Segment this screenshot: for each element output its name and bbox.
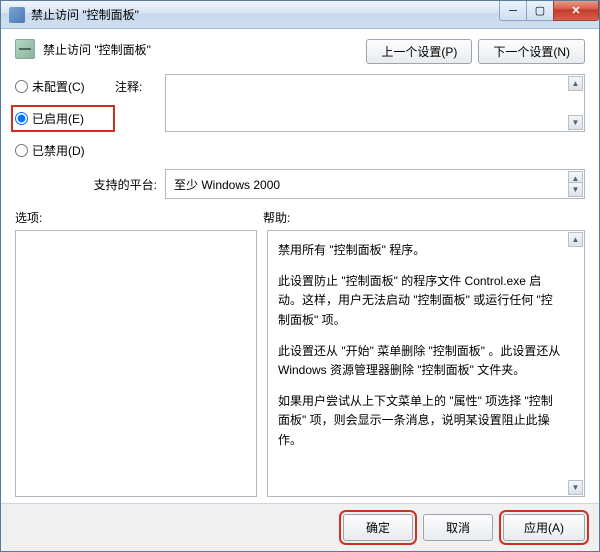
radio-disabled-input[interactable]: [15, 144, 28, 157]
scroll-down-icon[interactable]: ▼: [568, 182, 583, 197]
radio-enabled[interactable]: 已启用(E): [15, 110, 107, 127]
radio-disabled[interactable]: 已禁用(D): [15, 142, 115, 159]
policy-icon: [15, 39, 35, 59]
content-area: 禁止访问 "控制面板" 上一个设置(P) 下一个设置(N) 未配置(C) 已启用…: [1, 29, 599, 503]
apply-button[interactable]: 应用(A): [503, 514, 585, 541]
help-label: 帮助:: [263, 209, 290, 226]
panels-row: 禁用所有 "控制面板" 程序。 此设置防止 "控制面板" 的程序文件 Contr…: [15, 230, 585, 497]
footer: 确定 取消 应用(A): [1, 503, 599, 551]
scroll-up-icon[interactable]: ▲: [568, 232, 583, 247]
radio-disabled-label: 已禁用(D): [32, 142, 85, 159]
help-content: 禁用所有 "控制面板" 程序。 此设置防止 "控制面板" 的程序文件 Contr…: [268, 231, 584, 472]
radio-column: 未配置(C) 已启用(E) 已禁用(D): [15, 74, 115, 159]
radio-enabled-input[interactable]: [15, 112, 28, 125]
policy-title: 禁止访问 "控制面板": [43, 41, 151, 58]
close-button[interactable]: ✕: [553, 1, 599, 21]
platform-row: 支持的平台: 至少 Windows 2000 ▲ ▼: [15, 169, 585, 199]
config-row: 未配置(C) 已启用(E) 已禁用(D) 注释: ▲ ▼: [15, 74, 585, 159]
comment-textarea[interactable]: ▲ ▼: [165, 74, 585, 132]
platform-box: 至少 Windows 2000 ▲ ▼: [165, 169, 585, 199]
window-title: 禁止访问 "控制面板": [31, 6, 139, 23]
comment-label: 注释:: [115, 74, 165, 95]
radio-not-configured-input[interactable]: [15, 80, 28, 93]
dialog-window: 禁止访问 "控制面板" ─ ▢ ✕ 禁止访问 "控制面板" 上一个设置(P) 下…: [0, 0, 600, 552]
platform-label: 支持的平台:: [15, 176, 165, 193]
scroll-down-icon[interactable]: ▼: [568, 115, 583, 130]
help-paragraph: 如果用户尝试从上下文菜单上的 "属性" 项选择 "控制面板" 项，则会显示一条消…: [278, 392, 562, 450]
help-paragraph: 禁用所有 "控制面板" 程序。: [278, 241, 562, 260]
panels-header: 选项: 帮助:: [15, 209, 585, 226]
radio-enabled-label: 已启用(E): [32, 110, 84, 127]
enabled-highlight: 已启用(E): [11, 105, 115, 132]
prev-setting-button[interactable]: 上一个设置(P): [366, 39, 472, 64]
options-panel: [15, 230, 257, 497]
window-controls: ─ ▢ ✕: [500, 1, 599, 21]
ok-button[interactable]: 确定: [343, 514, 413, 541]
help-paragraph: 此设置防止 "控制面板" 的程序文件 Control.exe 启动。这样，用户无…: [278, 272, 562, 330]
radio-not-configured[interactable]: 未配置(C): [15, 78, 115, 95]
scroll-up-icon[interactable]: ▲: [568, 76, 583, 91]
app-icon: [9, 7, 25, 23]
radio-not-configured-label: 未配置(C): [32, 78, 85, 95]
help-panel: 禁用所有 "控制面板" 程序。 此设置防止 "控制面板" 的程序文件 Contr…: [267, 230, 585, 497]
scroll-down-icon[interactable]: ▼: [568, 480, 583, 495]
options-label: 选项:: [15, 209, 263, 226]
help-paragraph: 此设置还从 "开始" 菜单删除 "控制面板" 。此设置还从 Windows 资源…: [278, 342, 562, 380]
minimize-button[interactable]: ─: [499, 1, 527, 21]
titlebar: 禁止访问 "控制面板" ─ ▢ ✕: [1, 1, 599, 29]
cancel-button[interactable]: 取消: [423, 514, 493, 541]
platform-value: 至少 Windows 2000: [174, 178, 280, 192]
maximize-button[interactable]: ▢: [526, 1, 554, 21]
header-row: 禁止访问 "控制面板" 上一个设置(P) 下一个设置(N): [15, 39, 585, 64]
next-setting-button[interactable]: 下一个设置(N): [478, 39, 585, 64]
